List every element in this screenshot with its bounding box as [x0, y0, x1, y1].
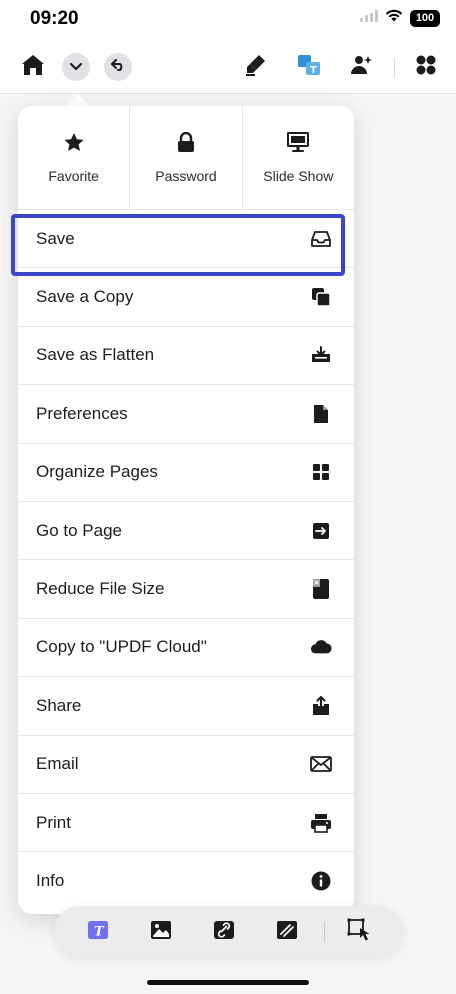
grid-icon [310, 461, 332, 483]
compress-icon [310, 578, 332, 600]
portrait-button[interactable] [348, 53, 376, 81]
cloud-icon [310, 636, 332, 658]
menu-item-share[interactable]: Share [18, 677, 354, 736]
image-icon [150, 920, 172, 945]
translate-icon: T [297, 54, 321, 81]
link-icon [213, 920, 235, 945]
highlighter-icon [245, 53, 267, 82]
lock-icon [177, 131, 195, 158]
crop-icon [276, 920, 298, 945]
text-icon: T [87, 920, 109, 945]
favorite-label: Favorite [48, 167, 99, 184]
menu-item-label: Copy to "UPDF Cloud" [36, 637, 207, 657]
translate-button[interactable]: T [295, 53, 323, 81]
goto-icon [310, 520, 332, 542]
portrait-icon [350, 54, 374, 81]
menu-item-copy-to-cloud[interactable]: Copy to "UPDF Cloud" [18, 619, 354, 678]
menu-list: Save Save a Copy Save as Flatten Prefere… [18, 210, 354, 911]
menu-item-label: Preferences [36, 403, 128, 423]
menu-item-info[interactable]: Info [18, 852, 354, 910]
menu-item-label: Email [36, 754, 79, 774]
menu-item-save-a-copy[interactable]: Save a Copy [18, 268, 354, 327]
presentation-icon [286, 131, 310, 158]
crop-tool-button[interactable] [275, 920, 299, 944]
status-time: 09:20 [30, 8, 79, 29]
star-icon [63, 132, 85, 158]
menu-item-save-as-flatten[interactable]: Save as Flatten [18, 327, 354, 386]
home-button[interactable] [19, 53, 47, 81]
image-tool-button[interactable] [149, 920, 173, 944]
menu-item-label: Organize Pages [36, 462, 158, 482]
status-bar: 09:20 100 [0, 0, 456, 40]
bottom-toolbar: T [54, 906, 404, 958]
undo-icon [111, 58, 125, 76]
menu-item-organize-pages[interactable]: Organize Pages [18, 444, 354, 502]
copy-icon [310, 286, 332, 308]
home-indicator [147, 980, 309, 985]
document-icon [310, 403, 332, 425]
menu-item-preferences[interactable]: Preferences [18, 385, 354, 444]
password-label: Password [155, 167, 217, 184]
info-icon [310, 870, 332, 892]
signal-icon [360, 9, 378, 27]
menu-item-label: Save a Copy [36, 287, 134, 307]
slide-show-label: Slide Show [263, 168, 334, 184]
menu-item-reduce-file-size[interactable]: Reduce File Size [18, 560, 354, 619]
envelope-icon [310, 753, 332, 775]
menu-item-label: Print [36, 812, 71, 832]
text-tool-button[interactable]: T [86, 920, 110, 944]
flatten-icon [310, 344, 332, 366]
password-action[interactable]: Password [130, 106, 243, 209]
bottom-toolbar-divider [324, 922, 325, 942]
menu-item-label: Reduce File Size [36, 579, 165, 599]
slide-show-action[interactable]: Slide Show [243, 106, 354, 209]
menu-toggle-button[interactable] [62, 53, 90, 81]
apps-button[interactable] [412, 53, 440, 81]
menu-item-save[interactable]: Save [18, 210, 354, 269]
more-menu-popover: Favorite Password Slide Show Save Save a… [18, 106, 354, 914]
chevron-down-icon [69, 58, 83, 76]
favorite-action[interactable]: Favorite [18, 106, 131, 209]
highlighter-button[interactable] [242, 53, 270, 81]
link-tool-button[interactable] [212, 920, 236, 944]
svg-text:T: T [310, 65, 317, 76]
menu-item-label: Info [36, 871, 65, 891]
battery-indicator: 100 [410, 9, 440, 27]
menu-item-email[interactable]: Email [18, 736, 354, 794]
popover-arrow [66, 94, 90, 106]
share-icon [310, 695, 332, 717]
menu-item-print[interactable]: Print [18, 794, 354, 853]
menu-item-label: Save as Flatten [36, 345, 155, 365]
apps-icon [415, 54, 437, 81]
svg-text:T: T [94, 924, 105, 939]
printer-icon [310, 812, 332, 834]
wifi-icon [385, 9, 403, 27]
quick-actions: Favorite Password Slide Show [18, 106, 354, 210]
menu-item-label: Save [36, 228, 75, 248]
home-icon [21, 54, 45, 81]
select-tool-button[interactable] [347, 918, 373, 947]
status-icons: 100 [360, 9, 440, 27]
undo-button[interactable] [104, 53, 132, 81]
select-icon [347, 918, 373, 947]
menu-item-go-to-page[interactable]: Go to Page [18, 502, 354, 561]
menu-item-label: Go to Page [36, 520, 123, 540]
toolbar-divider [394, 58, 395, 78]
menu-item-label: Share [36, 695, 82, 715]
tray-icon [310, 228, 332, 250]
top-toolbar: T [0, 40, 456, 94]
